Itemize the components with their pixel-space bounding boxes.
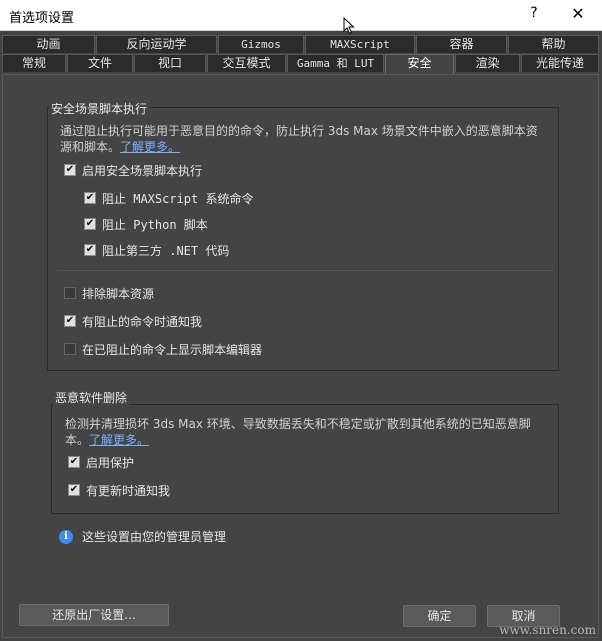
mouse-cursor-icon — [343, 17, 355, 35]
notify-updates-checkbox[interactable]: ✔ 有更新时通知我 — [68, 482, 170, 498]
exclude-script-resources-checkbox[interactable]: 排除脚本资源 — [64, 285, 154, 301]
info-icon: i — [59, 529, 73, 544]
tab-interaction-mode[interactable]: 交互模式 — [207, 54, 286, 72]
watermark: www.snren.com — [499, 623, 596, 637]
close-button[interactable]: ✕ — [570, 4, 586, 23]
enable-safe-scene-label: 启用安全场景脚本执行 — [82, 163, 203, 178]
tab-general[interactable]: 常规 — [2, 54, 66, 72]
check-icon[interactable]: ✔ — [84, 244, 96, 256]
security-panel: 安全场景脚本执行 通过阻止执行可能用于恶意目的的命令，防止执行 3ds Max … — [2, 74, 599, 638]
checkbox-empty-icon[interactable] — [64, 343, 76, 355]
safe-scene-desc-line2: 源和脚本。 — [60, 140, 121, 154]
safe-scene-description: 通过阻止执行可能用于恶意目的的命令，防止执行 3ds Max 场景文件中嵌入的恶… — [60, 123, 555, 155]
enable-protection-label: 启用保护 — [86, 455, 135, 470]
safe-scene-desc-line1: 通过阻止执行可能用于恶意目的的命令，防止执行 3ds Max 场景文件中嵌入的恶… — [60, 124, 538, 138]
block-maxscript-checkbox[interactable]: ✔ 阻止 MAXScript 系统命令 — [84, 190, 253, 206]
block-net-label: 阻止第三方 .NET 代码 — [102, 243, 230, 258]
notify-blocked-label: 有阻止的命令时通知我 — [82, 314, 203, 329]
block-python-checkbox[interactable]: ✔ 阻止 Python 脚本 — [84, 216, 208, 232]
safe-scene-group-title: 安全场景脚本执行 — [49, 100, 150, 117]
exclude-script-resources-label: 排除脚本资源 — [82, 286, 155, 301]
admin-note-text: 这些设置由您的管理员管理 — [82, 530, 227, 544]
checkbox-empty-icon[interactable] — [64, 287, 76, 299]
malware-desc-line2: 本。 — [65, 433, 90, 447]
malware-description: 检测并清理损坏 3ds Max 环境、导致数据丢失和不稳定或扩散到其他系统的已知… — [65, 416, 555, 448]
tab-maxscript[interactable]: MAXScript — [305, 35, 415, 53]
tab-radiosity[interactable]: 光能传递 — [521, 54, 599, 72]
malware-group-title: 恶意软件删除 — [53, 389, 130, 406]
help-button[interactable]: ? — [527, 5, 541, 21]
check-icon[interactable]: ✔ — [68, 484, 80, 496]
title-bar: 首选项设置 ? ✕ — [0, 0, 602, 35]
group-divider — [57, 270, 553, 271]
show-script-editor-checkbox[interactable]: 在已阻止的命令上显示脚本编辑器 — [64, 341, 262, 357]
safe-scene-learn-more-link[interactable]: 了解更多。 — [120, 140, 180, 154]
window-title: 首选项设置 — [9, 11, 75, 26]
enable-protection-checkbox[interactable]: ✔ 启用保护 — [68, 454, 134, 470]
tab-viewports[interactable]: 视口 — [134, 54, 206, 72]
tab-containers[interactable]: 容器 — [416, 35, 507, 53]
enable-safe-scene-checkbox[interactable]: ✔ 启用安全场景脚本执行 — [64, 162, 202, 178]
check-icon[interactable]: ✔ — [64, 315, 76, 327]
show-script-editor-label: 在已阻止的命令上显示脚本编辑器 — [82, 342, 263, 357]
malware-desc-line1: 检测并清理损坏 3ds Max 环境、导致数据丢失和不稳定或扩散到其他系统的已知… — [65, 417, 531, 431]
check-icon[interactable]: ✔ — [64, 164, 76, 176]
notify-updates-label: 有更新时通知我 — [86, 483, 171, 498]
malware-learn-more-link[interactable]: 了解更多。 — [89, 433, 149, 447]
admin-note: i 这些设置由您的管理员管理 — [59, 528, 226, 545]
notify-blocked-checkbox[interactable]: ✔ 有阻止的命令时通知我 — [64, 313, 202, 329]
tab-inverse-kinematics[interactable]: 反向运动学 — [96, 35, 217, 53]
tab-help[interactable]: 帮助 — [508, 35, 599, 53]
tab-files[interactable]: 文件 — [67, 54, 133, 72]
block-maxscript-label: 阻止 MAXScript 系统命令 — [102, 191, 254, 206]
tab-rendering[interactable]: 渲染 — [455, 54, 520, 72]
tab-security[interactable]: 安全 — [385, 54, 454, 76]
block-net-checkbox[interactable]: ✔ 阻止第三方 .NET 代码 — [84, 242, 229, 258]
check-icon[interactable]: ✔ — [68, 456, 80, 468]
check-icon[interactable]: ✔ — [84, 218, 96, 230]
block-python-label: 阻止 Python 脚本 — [102, 217, 208, 232]
tab-gizmos[interactable]: Gizmos — [218, 35, 304, 53]
tab-animation[interactable]: 动画 — [2, 35, 95, 53]
tab-gamma-lut[interactable]: Gamma 和 LUT — [287, 54, 384, 72]
ok-button[interactable]: 确定 — [403, 605, 476, 627]
reset-defaults-button[interactable]: 还原出厂设置... — [19, 604, 169, 626]
check-icon[interactable]: ✔ — [84, 192, 96, 204]
